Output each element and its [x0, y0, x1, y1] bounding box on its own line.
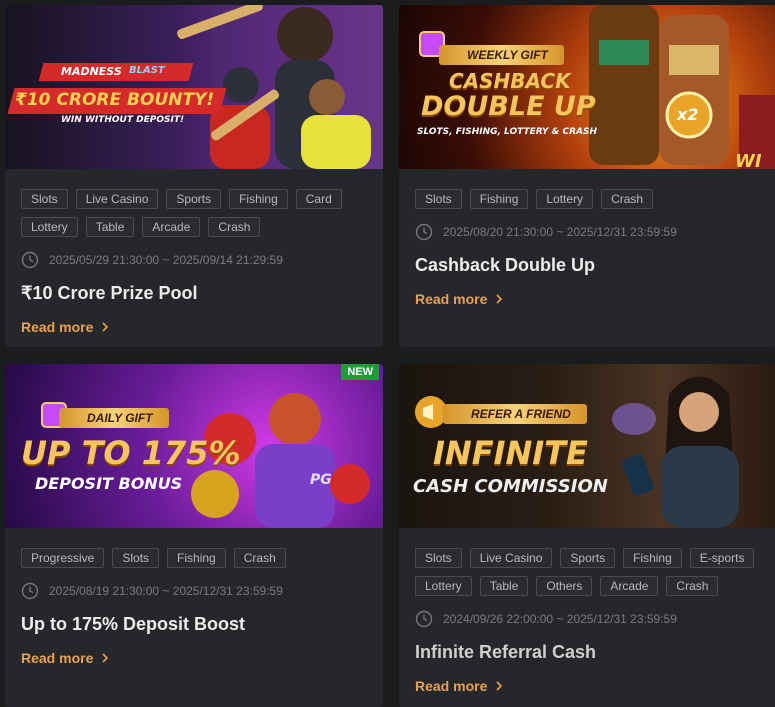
new-badge: NEW — [341, 364, 379, 380]
tag[interactable]: Slots — [112, 548, 160, 568]
date-range: 2025/08/20 21:30:00 ~ 2025/12/31 23:59:5… — [415, 223, 761, 241]
promo-banner-2[interactable]: x2 WI WEEKLY GIFT CASHBACK DOUBLE UP SLO… — [399, 5, 775, 169]
tag[interactable]: Crash — [208, 217, 261, 237]
date-range: 2025/08/19 21:30:00 ~ 2025/12/31 23:59:5… — [21, 582, 367, 600]
promo-title: Up to 175% Deposit Boost — [21, 614, 246, 634]
coin-label: x2 — [677, 105, 699, 124]
tag[interactable]: Table — [479, 576, 529, 596]
tag[interactable]: Slots — [415, 548, 462, 568]
promo-title: Cashback Double Up — [415, 255, 596, 275]
tag[interactable]: Fishing — [167, 548, 226, 568]
date-text: 2025/05/29 21:30:00 ~ 2025/09/14 21:29:5… — [49, 253, 283, 267]
promo-card-2[interactable]: x2 WI WEEKLY GIFT CASHBACK DOUBLE UP SLO… — [399, 5, 775, 347]
banner-line-1: UP TO 175% — [21, 434, 241, 472]
date-text: 2025/08/19 21:30:00 ~ 2025/12/31 23:59:5… — [49, 584, 283, 598]
banner-headline: ₹10 CRORE BOUNTY! — [15, 90, 215, 110]
read-more-label: Read more — [21, 650, 94, 666]
read-more-label: Read more — [415, 291, 488, 307]
banner-ribbon: WEEKLY GIFT — [439, 45, 564, 65]
banner-corner-text: WI — [735, 151, 762, 169]
chevron-right-icon — [496, 681, 503, 691]
tag-list: Progressive Slots Fishing Crash — [21, 548, 367, 568]
tag[interactable]: Crash — [601, 189, 654, 209]
promo-title: ₹10 Crore Prize Pool — [21, 283, 198, 303]
tag[interactable]: Fishing — [623, 548, 682, 568]
promo-banner-4[interactable]: REFER A FRIEND INFINITE CASH COMMISSION — [399, 364, 775, 528]
tag-list: Slots Fishing Lottery Crash — [415, 189, 761, 209]
banner-line-1: INFINITE — [433, 434, 588, 472]
chevron-right-icon — [102, 653, 109, 663]
tag[interactable]: Lottery — [536, 189, 594, 209]
tag[interactable]: Crash — [233, 548, 286, 568]
banner-brand-2: BLAST — [129, 65, 165, 76]
tag[interactable]: Lottery — [415, 576, 472, 596]
tag[interactable]: Arcade — [600, 576, 659, 596]
promo-card-1[interactable]: MADNESS BLAST ₹10 CRORE BOUNTY! WIN WITH… — [5, 5, 383, 347]
date-range: 2024/09/26 22:00:00 ~ 2025/12/31 23:59:5… — [415, 610, 761, 628]
banner-brand: MADNESS — [61, 65, 122, 78]
tag[interactable]: Fishing — [469, 189, 529, 209]
promo-banner-1[interactable]: MADNESS BLAST ₹10 CRORE BOUNTY! WIN WITH… — [5, 5, 383, 169]
tag-list: Slots Live Casino Sports Fishing E-sport… — [415, 548, 761, 596]
read-more-link[interactable]: Read more — [415, 678, 503, 694]
chevron-right-icon — [496, 294, 503, 304]
tag[interactable]: Table — [85, 217, 135, 237]
tag[interactable]: Sports — [560, 548, 616, 568]
tag[interactable]: Fishing — [229, 189, 288, 209]
banner-art-cricket — [177, 5, 383, 169]
tag[interactable]: Lottery — [21, 217, 78, 237]
banner-ribbon: DAILY GIFT — [59, 408, 169, 428]
date-text: 2025/08/20 21:30:00 ~ 2025/12/31 23:59:5… — [443, 225, 677, 239]
tag[interactable]: Progressive — [21, 548, 105, 568]
chevron-right-icon — [102, 322, 109, 332]
banner-subline: WIN WITHOUT DEPOSIT! — [61, 115, 185, 125]
tag[interactable]: Arcade — [142, 217, 201, 237]
promo-title: Infinite Referral Cash — [415, 642, 597, 662]
read-more-label: Read more — [21, 319, 94, 335]
banner-line-1: CASHBACK — [449, 69, 571, 93]
tag[interactable]: Crash — [666, 576, 719, 596]
date-range: 2025/05/29 21:30:00 ~ 2025/09/14 21:29:5… — [21, 251, 367, 269]
date-text: 2024/09/26 22:00:00 ~ 2025/12/31 23:59:5… — [443, 612, 677, 626]
tag[interactable]: Others — [536, 576, 593, 596]
tag[interactable]: Sports — [166, 189, 222, 209]
banner-line-2: DOUBLE UP — [421, 91, 596, 122]
banner-ribbon: REFER A FRIEND — [443, 404, 587, 424]
promo-card-4[interactable]: REFER A FRIEND INFINITE CASH COMMISSION … — [399, 364, 775, 707]
tag[interactable]: E-sports — [689, 548, 755, 568]
read-more-label: Read more — [415, 678, 488, 694]
clock-icon — [415, 610, 433, 628]
tag[interactable]: Slots — [21, 189, 68, 209]
tag[interactable]: Live Casino — [75, 189, 159, 209]
read-more-link[interactable]: Read more — [21, 319, 109, 335]
tag-list: Slots Live Casino Sports Fishing Card Lo… — [21, 189, 367, 237]
tag[interactable]: Slots — [415, 189, 462, 209]
clock-icon — [21, 251, 39, 269]
banner-subline: SLOTS, FISHING, LOTTERY & CRASH — [417, 127, 597, 137]
banner-line-2: CASH COMMISSION — [413, 476, 608, 497]
promo-banner-3[interactable]: PG NEW DAILY GIFT UP TO 175% DEPOSIT BON… — [5, 364, 383, 528]
tag[interactable]: Card — [295, 189, 342, 209]
shirt-label: PG — [310, 472, 332, 488]
read-more-link[interactable]: Read more — [21, 650, 109, 666]
clock-icon — [21, 582, 39, 600]
clock-icon — [415, 223, 433, 241]
tag[interactable]: Live Casino — [469, 548, 553, 568]
promo-card-3[interactable]: PG NEW DAILY GIFT UP TO 175% DEPOSIT BON… — [5, 364, 383, 707]
read-more-link[interactable]: Read more — [415, 291, 503, 307]
banner-line-2: DEPOSIT BONUS — [35, 474, 183, 493]
